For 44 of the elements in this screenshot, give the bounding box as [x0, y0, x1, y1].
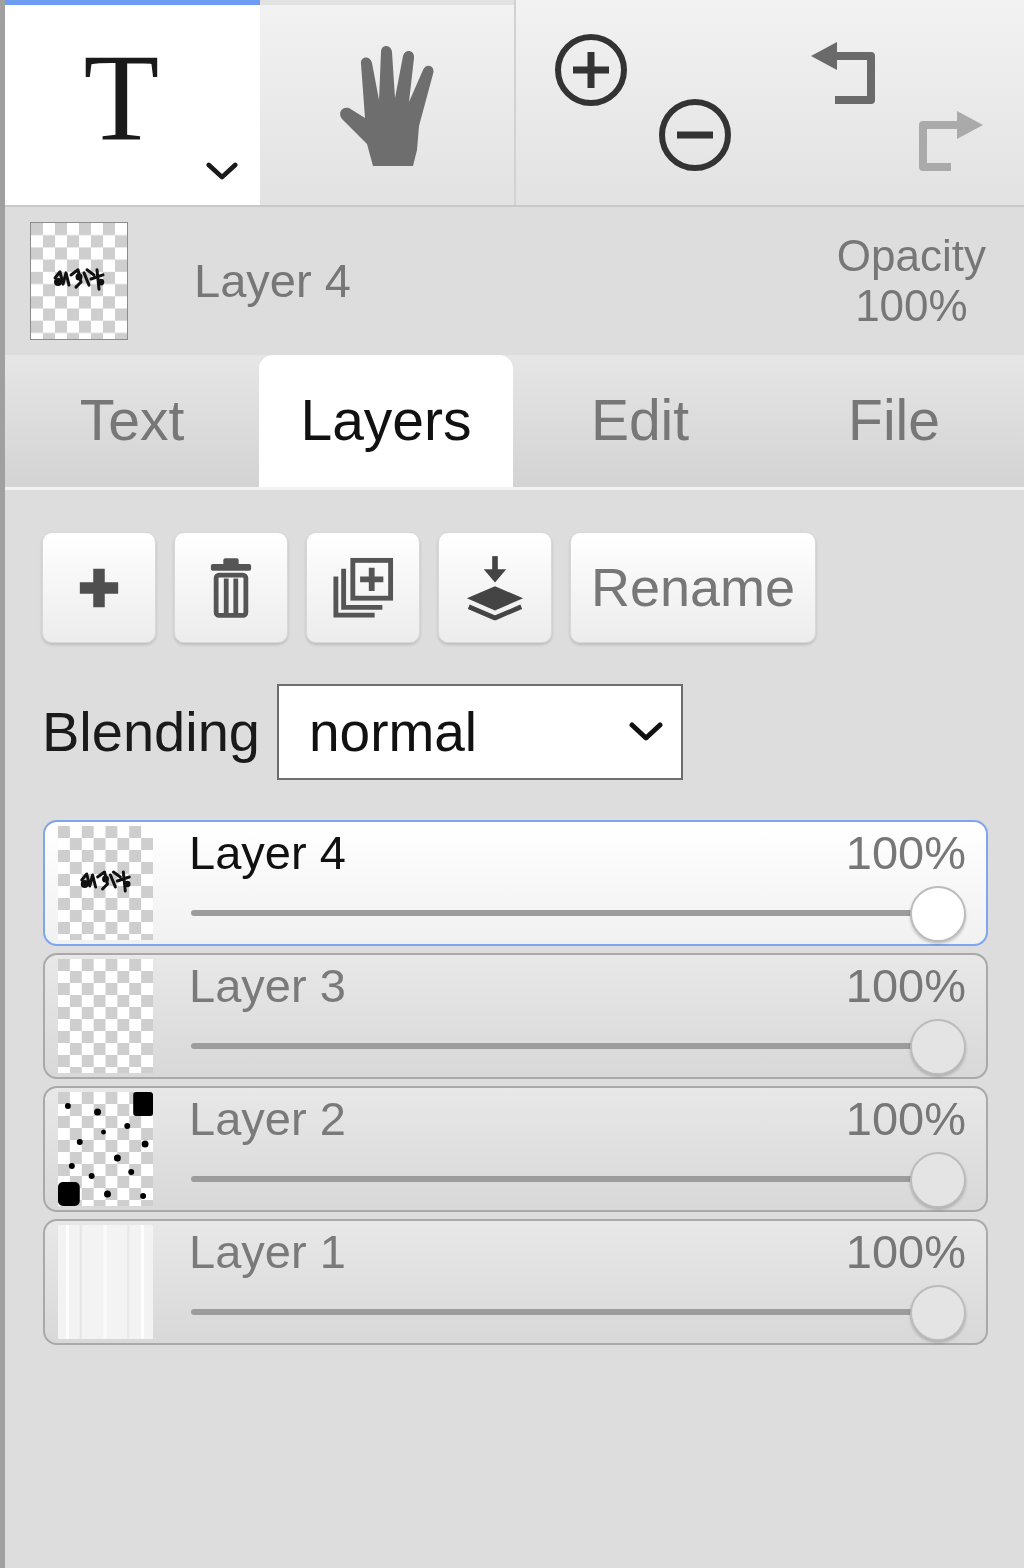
rename-button[interactable]: Rename [570, 532, 817, 643]
layer-row[interactable]: Layer 3 100% [43, 953, 988, 1079]
opacity-value: 100% [845, 959, 966, 1013]
slider-thumb[interactable] [910, 886, 966, 942]
tab[interactable]: File [767, 355, 1021, 487]
opacity-slider[interactable] [189, 1285, 966, 1339]
slider-thumb[interactable] [910, 1152, 966, 1208]
zoom-in-button[interactable] [553, 32, 629, 108]
opacity-slider[interactable] [189, 1019, 966, 1073]
layer-name: Layer 2 [189, 1092, 346, 1146]
chevron-down-icon [205, 162, 238, 181]
delete-layer-button[interactable] [174, 532, 288, 643]
opacity-value: 100% [845, 1092, 966, 1146]
minus-circle-icon [657, 97, 733, 173]
zoom-out-button[interactable] [657, 97, 733, 173]
layer-row[interactable]: Layer 2 100% [43, 1086, 988, 1212]
slider-thumb[interactable] [910, 1285, 966, 1341]
arrow-down-layers-icon [465, 553, 525, 622]
layer-name: Layer 4 [194, 252, 351, 309]
opacity-value: 100% [845, 826, 966, 880]
slider-thumb[interactable] [910, 1019, 966, 1075]
trash-icon [208, 556, 254, 619]
tab[interactable]: Text [5, 355, 259, 487]
layer-name: Layer 3 [189, 959, 346, 1013]
tab[interactable]: Layers [259, 355, 513, 487]
plus-circle-icon [553, 32, 629, 108]
chevron-down-icon [628, 722, 663, 742]
stacked-squares-icon [332, 556, 394, 619]
opacity-value: 100% [855, 281, 968, 331]
opacity-slider[interactable] [189, 886, 966, 940]
layer-row[interactable]: Layer 1 100% [43, 1219, 988, 1345]
add-layer-button[interactable] [42, 532, 156, 643]
tab[interactable]: Edit [513, 355, 767, 487]
opacity-value: 100% [845, 1225, 966, 1279]
duplicate-layer-button[interactable] [306, 532, 420, 643]
layer-name: Layer 4 [189, 826, 346, 880]
layer-row[interactable]: Layer 4 100% [43, 820, 988, 946]
opacity-slider[interactable] [189, 1152, 966, 1206]
blending-label: Blending [42, 699, 260, 765]
opacity-label: Opacity [836, 231, 986, 281]
merge-down-button[interactable] [438, 532, 552, 643]
layer-name: Layer 1 [189, 1225, 346, 1279]
blending-select[interactable]: normal [276, 684, 683, 780]
text-tool-button[interactable]: T [5, 0, 260, 205]
